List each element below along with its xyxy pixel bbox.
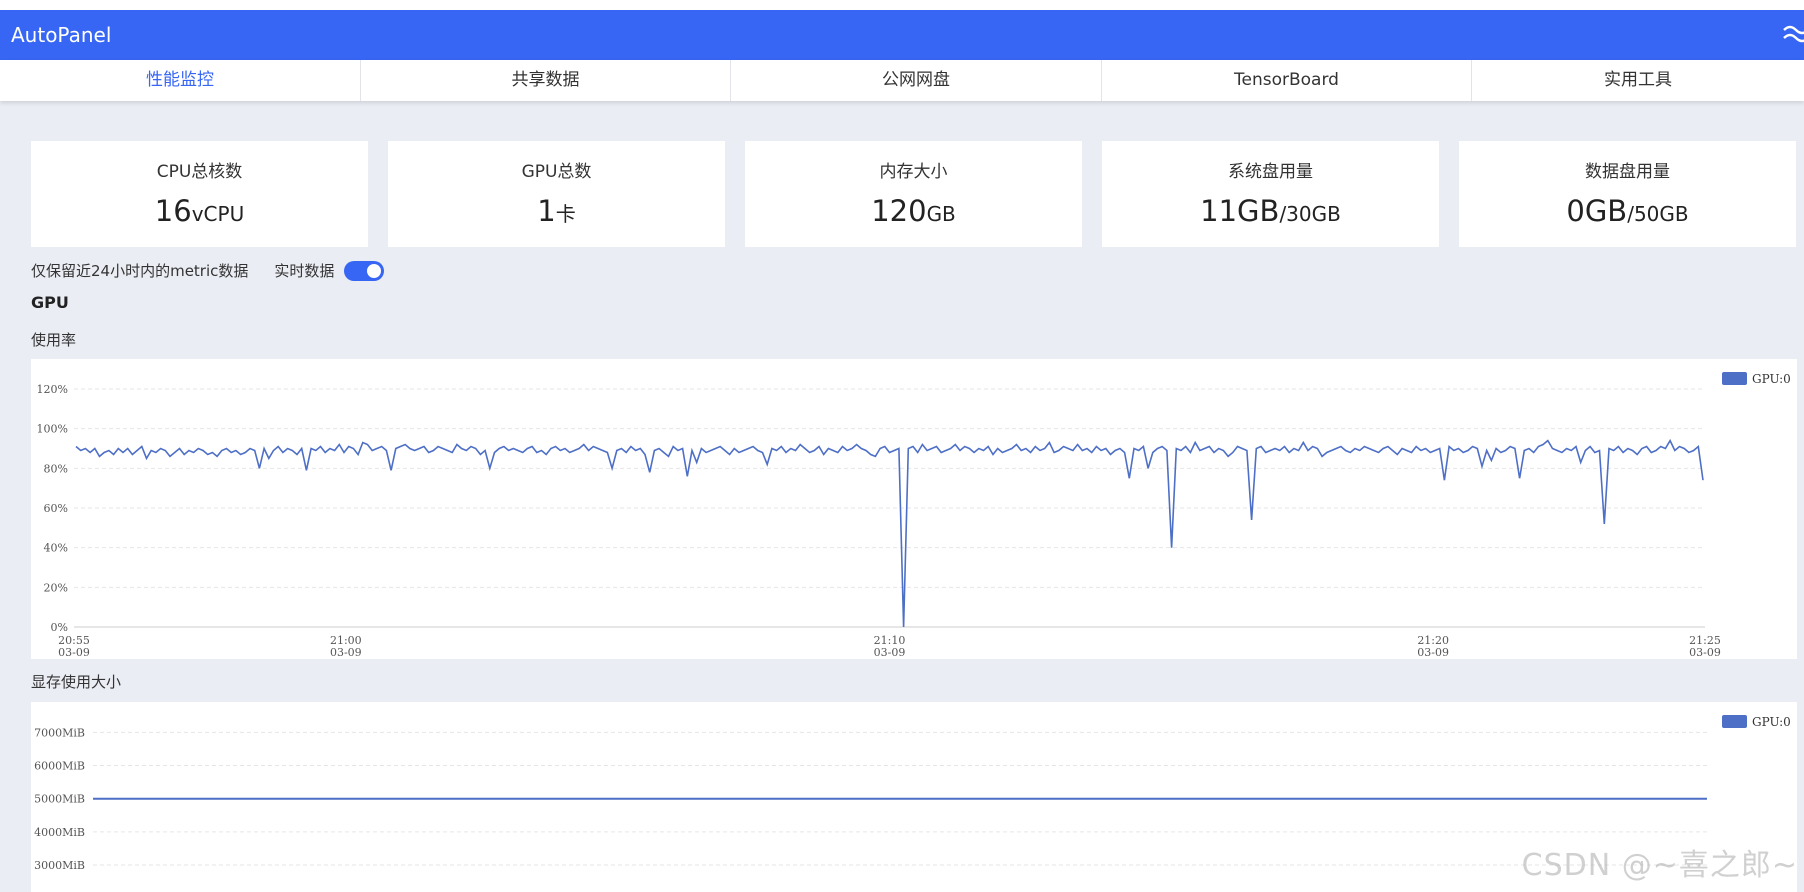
stat-value-unit: GB	[926, 202, 956, 226]
y-tick-label: 40%	[44, 542, 68, 555]
stat-card-value: 0GB/50GB	[1459, 194, 1796, 228]
stat-card-title: 系统盘用量	[1228, 162, 1313, 182]
stat-card-value: 11GB/30GB	[1102, 194, 1439, 228]
stat-card-title: GPU总数	[521, 162, 592, 182]
stat-card-system-disk: 系统盘用量 11GB/30GB	[1102, 141, 1439, 247]
y-tick-label: 5000MiB	[34, 793, 85, 806]
y-tick-label: 120%	[37, 383, 68, 396]
stat-card-value: 16vCPU	[31, 194, 368, 228]
main-content: CPU总核数 16vCPU GPU总数 1卡 内存大小 120GB 系统盘用量 …	[0, 101, 1804, 892]
realtime-toggle[interactable]	[344, 260, 385, 281]
x-tick-date: 03-09	[1689, 646, 1721, 659]
tab-performance-monitor[interactable]: 性能监控	[0, 60, 361, 101]
y-tick-label: 3000MiB	[34, 859, 85, 872]
chart-title-usage: 使用率	[31, 331, 77, 349]
section-title-gpu: GPU	[31, 293, 69, 312]
x-tick-date: 03-09	[58, 646, 90, 659]
toggle-knob	[367, 263, 382, 278]
legend-swatch	[1722, 715, 1747, 728]
watermark: CSDN @~喜之郎~	[1521, 848, 1798, 883]
stat-value-number: 0GB	[1566, 194, 1628, 228]
stat-value-unit: /50GB	[1627, 202, 1689, 226]
stat-card-title: 内存大小	[879, 162, 948, 182]
legend-label: GPU:0	[1752, 715, 1791, 729]
chart-title-memory: 显存使用大小	[31, 673, 122, 691]
y-tick-label: 80%	[44, 462, 68, 475]
y-tick-label: 6000MiB	[34, 760, 85, 773]
stat-value-number: 1	[537, 194, 556, 228]
y-tick-label: 4000MiB	[34, 826, 85, 839]
wave-menu-icon[interactable]	[1782, 20, 1804, 50]
y-tick-label: 20%	[44, 581, 68, 594]
tab-shared-data[interactable]: 共享数据	[361, 60, 731, 101]
stat-value-unit: vCPU	[191, 202, 245, 226]
realtime-label: 实时数据	[274, 262, 335, 280]
stat-card-title: 数据盘用量	[1585, 162, 1670, 182]
x-tick-date: 03-09	[874, 646, 906, 659]
stat-value-number: 16	[154, 194, 192, 228]
main-tabs: 性能监控 共享数据 公网网盘 TensorBoard 实用工具	[0, 60, 1804, 101]
y-tick-label: 100%	[37, 423, 68, 436]
tab-utilities[interactable]: 实用工具	[1472, 60, 1804, 101]
usage-chart: 0% 20% 40% 60% 80% 100% 120% 20:55 03-09 21:00 03-…	[31, 359, 1797, 659]
retention-note: 仅保留近24小时内的metric数据	[31, 262, 249, 280]
stat-value-unit: 卡	[555, 202, 576, 226]
tab-public-netdisk[interactable]: 公网网盘	[731, 60, 1102, 101]
y-tick-label: 7000MiB	[34, 726, 85, 739]
stat-value-number: 11GB	[1200, 194, 1280, 228]
stat-card-value: 120GB	[745, 194, 1082, 228]
usage-chart-svg: 0%20%40%60%80%100%120%20:5503-0921:0003-…	[37, 372, 1791, 659]
metric-controls: 仅保留近24小时内的metric数据 实时数据	[31, 260, 385, 281]
stat-value-number: 120	[871, 194, 927, 228]
y-tick-label: 0%	[51, 621, 68, 634]
tab-tensorboard[interactable]: TensorBoard	[1102, 60, 1472, 101]
stat-card-memory: 内存大小 120GB	[745, 141, 1082, 247]
stat-card-value: 1卡	[388, 194, 725, 228]
stat-value-unit: /30GB	[1279, 202, 1341, 226]
app-title: AutoPanel	[11, 23, 112, 47]
y-tick-label: 60%	[44, 502, 68, 515]
stat-card-cpu: CPU总核数 16vCPU	[31, 141, 368, 247]
stat-card-data-disk: 数据盘用量 0GB/50GB	[1459, 141, 1796, 247]
x-tick-date: 03-09	[330, 646, 362, 659]
x-tick-date: 03-09	[1417, 646, 1449, 659]
legend-label: GPU:0	[1752, 372, 1791, 386]
app-header: AutoPanel	[0, 10, 1804, 60]
stat-card-gpu: GPU总数 1卡	[388, 141, 725, 247]
legend-swatch	[1722, 372, 1747, 385]
stat-card-title: CPU总核数	[156, 162, 243, 182]
